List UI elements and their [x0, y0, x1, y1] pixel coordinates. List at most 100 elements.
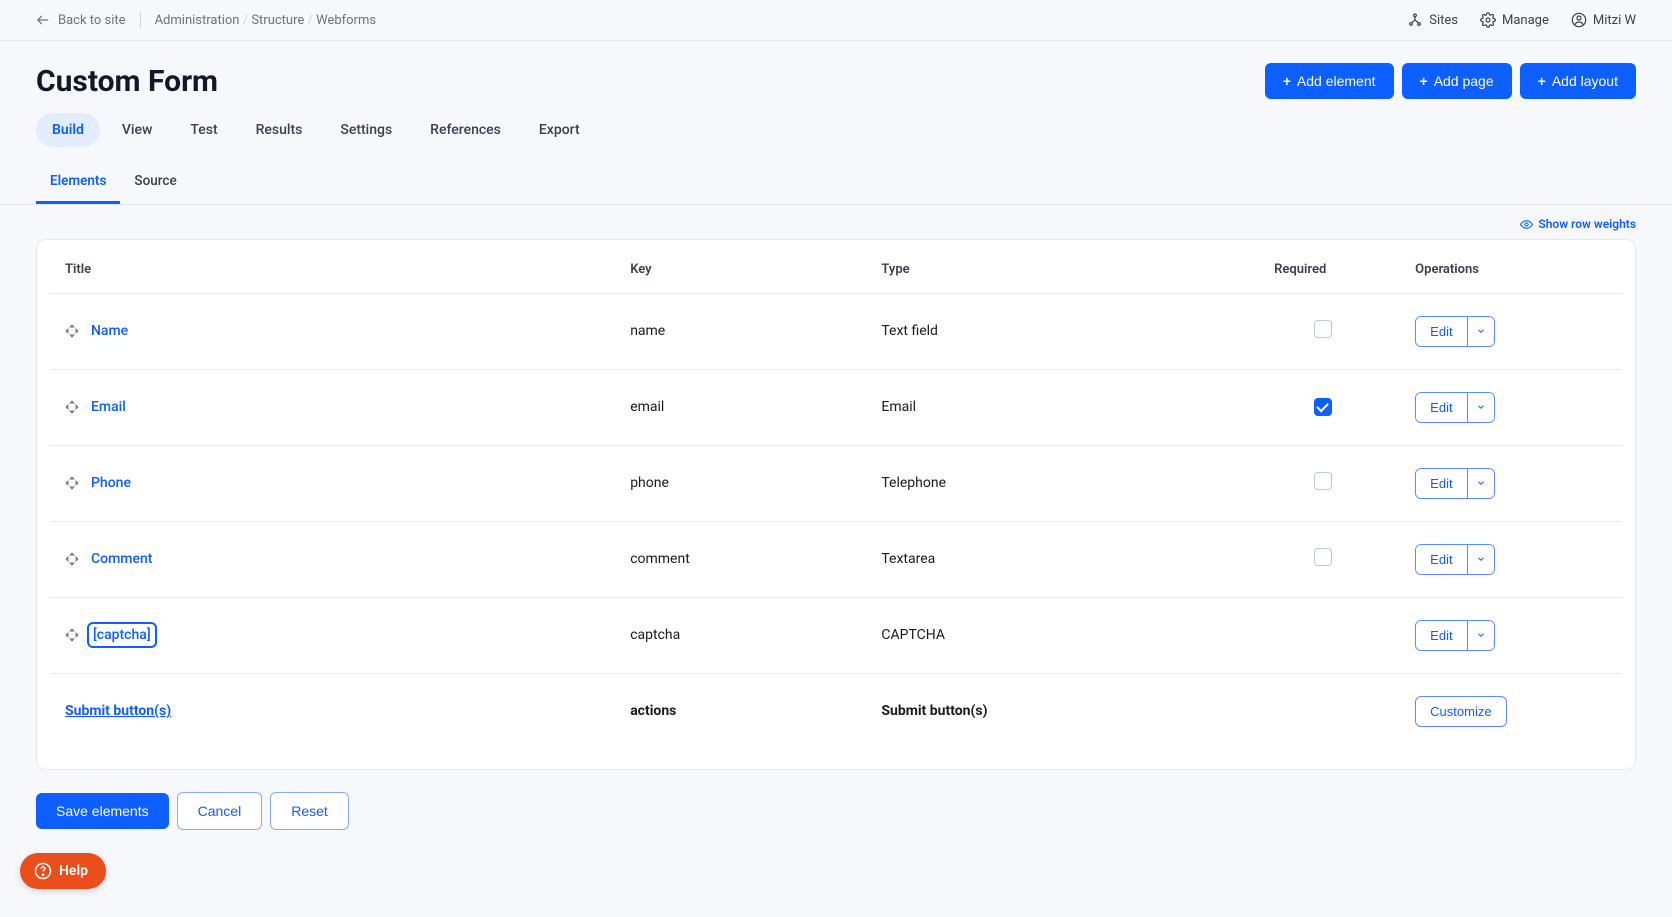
breadcrumb-link[interactable]: Structure	[251, 13, 304, 28]
edit-button[interactable]: Edit	[1416, 469, 1466, 498]
reset-button[interactable]: Reset	[270, 792, 349, 830]
breadcrumb-link[interactable]: Administration	[155, 13, 240, 28]
plus-icon: +	[1283, 73, 1291, 89]
edit-button[interactable]: Edit	[1416, 545, 1466, 574]
edit-dropdown: Edit	[1415, 544, 1494, 575]
edit-dropdown-toggle[interactable]	[1467, 393, 1494, 422]
sites-link[interactable]: Sites	[1407, 12, 1458, 28]
element-type: Text field	[867, 293, 1244, 369]
sites-label: Sites	[1429, 13, 1458, 28]
customize-button[interactable]: Customize	[1415, 696, 1506, 727]
topbar-divider	[140, 12, 141, 28]
element-title-link[interactable]: Email	[91, 399, 126, 415]
drag-handle-icon[interactable]	[65, 324, 79, 338]
table-row: EmailemailEmailEdit	[51, 369, 1621, 445]
breadcrumb-link[interactable]: Webforms	[316, 13, 376, 28]
required-checkbox[interactable]	[1314, 320, 1332, 338]
add-element-button[interactable]: +Add element	[1265, 63, 1394, 99]
col-type: Type	[867, 240, 1244, 294]
drag-handle-icon[interactable]	[65, 476, 79, 490]
row-weights-toggle-wrap: Show row weights	[36, 205, 1636, 239]
tab-settings[interactable]: Settings	[324, 113, 408, 147]
table-row: [captcha] captchaCAPTCHA Edit	[51, 597, 1621, 673]
col-title: Title	[51, 240, 616, 294]
required-checkbox[interactable]	[1314, 548, 1332, 566]
edit-dropdown-toggle[interactable]	[1467, 621, 1494, 650]
element-type: Telephone	[867, 445, 1244, 521]
add-page-button[interactable]: +Add page	[1402, 63, 1512, 99]
drag-handle-icon[interactable]	[65, 628, 79, 642]
tab-test[interactable]: Test	[174, 113, 233, 147]
help-icon	[34, 862, 52, 880]
edit-dropdown-toggle[interactable]	[1467, 317, 1494, 346]
table-row: Comment commentTextarea Edit	[51, 521, 1621, 597]
secondary-tabs: ElementsSource	[0, 161, 1672, 205]
element-key: name	[616, 293, 867, 369]
element-title-link[interactable]: [captcha]	[91, 626, 153, 644]
edit-dropdown: Edit	[1415, 392, 1494, 423]
user-name: Mitzi W	[1593, 13, 1636, 28]
show-row-weights-link[interactable]: Show row weights	[1520, 217, 1636, 231]
header-actions: +Add element +Add page +Add layout	[1265, 63, 1636, 99]
breadcrumb: Administration / Structure / Webforms	[155, 13, 377, 28]
topbar-right: Sites Manage Mitzi W	[1407, 12, 1636, 28]
save-elements-button[interactable]: Save elements	[36, 793, 169, 829]
user-menu[interactable]: Mitzi W	[1571, 12, 1636, 28]
subtab-source[interactable]: Source	[120, 161, 190, 204]
element-key: phone	[616, 445, 867, 521]
submit-row-link[interactable]: Submit button(s)	[65, 703, 171, 719]
submit-row-key: actions	[616, 673, 867, 749]
tab-results[interactable]: Results	[240, 113, 319, 147]
edit-dropdown: Edit	[1415, 316, 1494, 347]
tab-view[interactable]: View	[106, 113, 169, 147]
eye-icon	[1520, 218, 1533, 231]
sites-icon	[1407, 12, 1423, 28]
tab-export[interactable]: Export	[523, 113, 596, 147]
edit-dropdown-toggle[interactable]	[1467, 545, 1494, 574]
edit-dropdown-toggle[interactable]	[1467, 469, 1494, 498]
col-required: Required	[1244, 240, 1401, 294]
element-type: Email	[867, 369, 1244, 445]
submit-row-type: Submit button(s)	[867, 673, 1244, 749]
tab-build[interactable]: Build	[36, 113, 100, 147]
table-row: Phone phoneTelephone Edit	[51, 445, 1621, 521]
element-type: Textarea	[867, 521, 1244, 597]
plus-icon: +	[1538, 73, 1546, 89]
plus-icon: +	[1420, 73, 1428, 89]
element-title-link[interactable]: Name	[91, 323, 128, 339]
user-icon	[1571, 12, 1587, 28]
element-key: comment	[616, 521, 867, 597]
page-title: Custom Form	[36, 64, 218, 99]
edit-button[interactable]: Edit	[1416, 621, 1466, 650]
topbar: Back to site Administration / Structure …	[0, 0, 1672, 41]
element-type: CAPTCHA	[867, 597, 1244, 673]
footer-actions: Save elements Cancel Reset	[0, 770, 1672, 852]
help-widget[interactable]: Help	[20, 853, 106, 889]
drag-handle-icon[interactable]	[65, 552, 79, 566]
table-row-submit: Submit button(s)actionsSubmit button(s)C…	[51, 673, 1621, 749]
element-key: captcha	[616, 597, 867, 673]
tab-references[interactable]: References	[414, 113, 517, 147]
edit-button[interactable]: Edit	[1416, 317, 1466, 346]
back-to-site-link[interactable]: Back to site	[58, 13, 126, 28]
elements-table: Title Key Type Required Operations Name n…	[51, 240, 1621, 749]
cancel-button[interactable]: Cancel	[177, 792, 263, 830]
col-operations: Operations	[1401, 240, 1621, 294]
primary-tabs: BuildViewTestResultsSettingsReferencesEx…	[0, 113, 1672, 161]
element-title-link[interactable]: Comment	[91, 551, 152, 567]
table-row: Name nameText field Edit	[51, 293, 1621, 369]
back-arrow-icon	[36, 13, 50, 27]
element-key: email	[616, 369, 867, 445]
element-title-link[interactable]: Phone	[91, 475, 131, 491]
col-key: Key	[616, 240, 867, 294]
required-checkbox[interactable]	[1314, 398, 1332, 416]
required-checkbox[interactable]	[1314, 472, 1332, 490]
page-header: Custom Form +Add element +Add page +Add …	[0, 41, 1672, 113]
edit-dropdown: Edit	[1415, 468, 1494, 499]
edit-button[interactable]: Edit	[1416, 393, 1466, 422]
subtab-elements[interactable]: Elements	[36, 161, 120, 204]
drag-handle-icon[interactable]	[65, 400, 79, 414]
add-layout-button[interactable]: +Add layout	[1520, 63, 1636, 99]
manage-link[interactable]: Manage	[1480, 12, 1549, 28]
topbar-left: Back to site Administration / Structure …	[36, 12, 376, 28]
